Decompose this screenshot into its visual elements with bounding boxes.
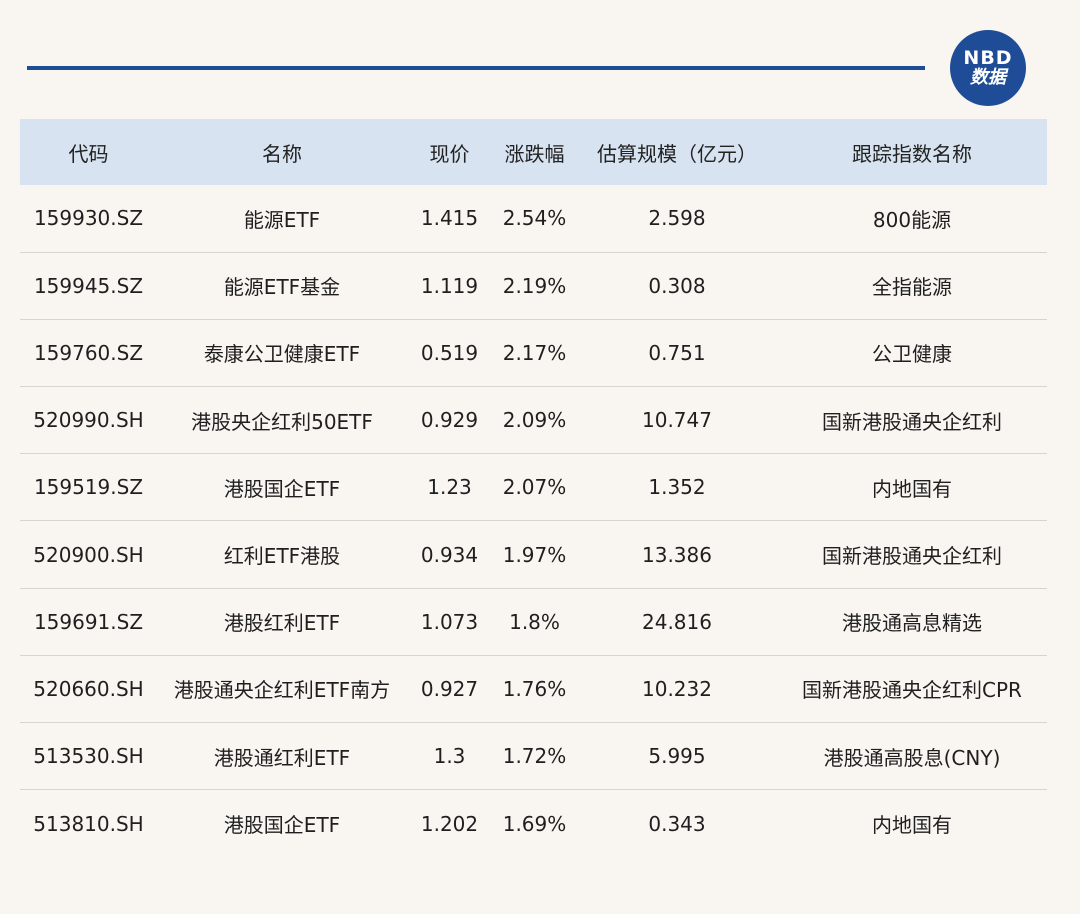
cell-change: 2.07% xyxy=(502,475,567,500)
table-row: 159691.SZ 港股红利ETF 1.073 1.8% 24.816 港股通高息精选 xyxy=(20,588,1047,656)
cell-name: 港股红利ETF xyxy=(223,611,341,636)
cell-code: 159945.SZ xyxy=(33,273,144,298)
cell-price: 0.927 xyxy=(420,676,479,701)
cell-scale: 13.386 xyxy=(642,542,712,567)
cell-index: 国新港股通央企红利CPR xyxy=(802,678,1022,703)
nbd-logo: NBD 数据 xyxy=(950,30,1026,106)
cell-change: 1.69% xyxy=(502,811,567,836)
cell-scale: 0.343 xyxy=(648,811,706,836)
header-name: 名称 xyxy=(262,141,302,166)
cell-change: 2.17% xyxy=(502,340,567,365)
table-row: 159945.SZ 能源ETF基金 1.119 2.19% 0.308 全指能源 xyxy=(20,252,1047,320)
cell-code: 513810.SH xyxy=(33,811,144,836)
cell-index: 800能源 xyxy=(872,207,952,232)
cell-scale: 24.816 xyxy=(642,609,712,634)
table-row: 159760.SZ 泰康公卫健康ETF 0.519 2.17% 0.751 公卫健康 xyxy=(20,319,1047,387)
cell-change: 1.76% xyxy=(502,676,567,701)
cell-name: 港股国企ETF xyxy=(223,813,341,838)
cell-code: 159930.SZ xyxy=(33,206,144,231)
cell-code: 159691.SZ xyxy=(33,609,144,634)
cell-index: 国新港股通央企红利 xyxy=(822,409,1002,434)
cell-scale: 0.308 xyxy=(648,273,706,298)
header-code: 代码 xyxy=(68,141,109,166)
cell-price: 1.3 xyxy=(433,744,466,769)
cell-index: 国新港股通央企红利 xyxy=(822,544,1002,569)
cell-change: 2.54% xyxy=(502,206,567,231)
cell-index: 内地国有 xyxy=(872,476,952,501)
cell-name: 红利ETF港股 xyxy=(223,544,341,569)
header-price: 现价 xyxy=(429,141,470,166)
cell-name: 能源ETF基金 xyxy=(223,275,341,300)
cell-name: 港股央企红利50ETF xyxy=(191,409,373,434)
cell-scale: 10.747 xyxy=(642,408,712,433)
table-header-row: 代码 名称 现价 涨跌幅 估算规模（亿元） 跟踪指数名称 xyxy=(20,119,1047,185)
logo-text-data: 数据 xyxy=(970,66,1006,88)
cell-name: 能源ETF xyxy=(243,207,321,232)
cell-change: 1.97% xyxy=(502,542,567,567)
cell-code: 520990.SH xyxy=(33,408,144,433)
cell-scale: 10.232 xyxy=(642,676,712,701)
cell-code: 520900.SH xyxy=(33,542,144,567)
header-index: 跟踪指数名称 xyxy=(852,141,972,166)
header-scale: 估算规模（亿元） xyxy=(597,141,757,166)
cell-change: 2.09% xyxy=(502,408,567,433)
cell-code: 520660.SH xyxy=(33,676,144,701)
table-row: 513810.SH 港股国企ETF 1.202 1.69% 0.343 内地国有 xyxy=(20,790,1047,857)
cell-scale: 2.598 xyxy=(648,206,706,231)
cell-code: 513530.SH xyxy=(33,744,144,769)
etf-table: 代码 名称 现价 涨跌幅 估算规模（亿元） 跟踪指数名称 159930.SZ 能源… xyxy=(20,119,1047,857)
cell-code: 159760.SZ xyxy=(33,340,144,365)
logo-text-nbd: NBD xyxy=(963,46,1013,69)
cell-index: 内地国有 xyxy=(872,813,952,838)
table-body: 159930.SZ 能源ETF 1.415 2.54% 2.598 800能源 159945… xyxy=(20,185,1047,857)
cell-price: 0.519 xyxy=(420,340,479,365)
top-divider xyxy=(27,66,925,70)
cell-index: 港股通高股息(CNY) xyxy=(823,745,1001,770)
cell-price: 0.929 xyxy=(420,408,479,433)
table-row: 520900.SH 红利ETF港股 0.934 1.97% 13.386 国新港股通央企红… xyxy=(20,521,1047,589)
cell-index: 港股通高息精选 xyxy=(842,611,982,636)
table-row: 520660.SH 港股通央企红利ETF南方 0.927 1.76% 10.232 国新港… xyxy=(20,655,1047,723)
cell-index: 全指能源 xyxy=(872,275,952,300)
table-row: 159519.SZ 港股国企ETF 1.23 2.07% 1.352 内地国有 xyxy=(20,454,1047,521)
header-change: 涨跌幅 xyxy=(504,141,565,166)
cell-name: 港股通红利ETF xyxy=(213,745,351,770)
cell-name: 港股国企ETF xyxy=(223,476,341,501)
table-row: 520990.SH 港股央企红利50ETF 0.929 2.09% 10.747 国新港股… xyxy=(20,387,1047,454)
cell-price: 1.073 xyxy=(420,609,479,634)
cell-change: 1.72% xyxy=(502,744,567,769)
cell-price: 1.119 xyxy=(420,273,479,298)
cell-code: 159519.SZ xyxy=(33,475,144,500)
cell-index: 公卫健康 xyxy=(872,342,952,367)
cell-price: 1.415 xyxy=(420,206,479,231)
cell-price: 1.23 xyxy=(427,475,472,500)
table-row: 159930.SZ 能源ETF 1.415 2.54% 2.598 800能源 xyxy=(20,185,1047,253)
cell-scale: 0.751 xyxy=(648,340,706,365)
cell-price: 0.934 xyxy=(420,542,479,567)
cell-scale: 5.995 xyxy=(648,744,706,769)
cell-price: 1.202 xyxy=(420,811,479,836)
cell-change: 1.8% xyxy=(509,609,560,634)
table-row: 513530.SH 港股通红利ETF 1.3 1.72% 5.995 港股通高股息(CNY… xyxy=(20,723,1047,790)
cell-name: 泰康公卫健康ETF xyxy=(203,342,361,367)
cell-change: 2.19% xyxy=(502,273,567,298)
cell-scale: 1.352 xyxy=(648,475,706,500)
cell-name: 港股通央企红利ETF南方 xyxy=(173,678,391,703)
